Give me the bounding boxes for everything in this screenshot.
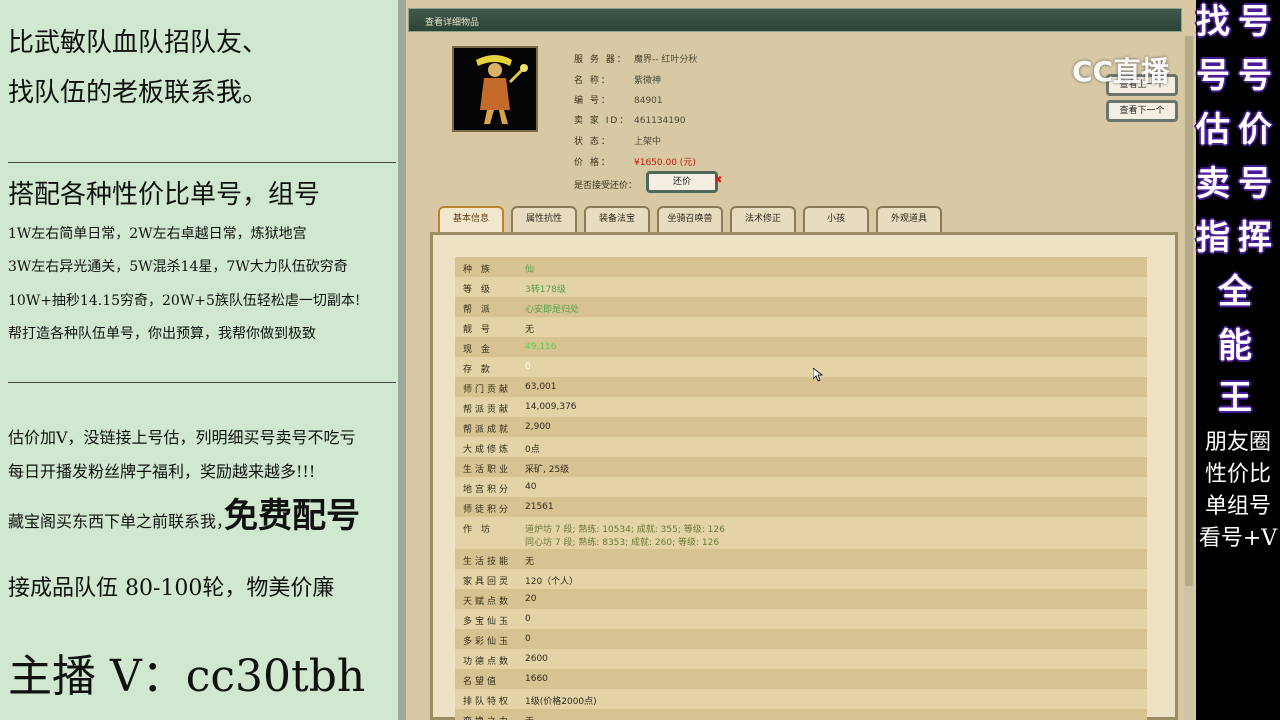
character-portrait bbox=[452, 46, 538, 132]
promo-line-3: 估价加V，没链接上号估，列明细买号卖号不吃亏 bbox=[8, 428, 356, 447]
promo-char: 全 bbox=[1218, 272, 1252, 312]
divider bbox=[8, 382, 396, 383]
promo-sub-4: 帮打造各种队伍单号，你出预算，我帮你做到极致 bbox=[8, 326, 316, 342]
left-promo-panel: 比武敏队血队招队友、 找队伍的老板联系我。 搭配各种性价比单号，组号 1W左右简… bbox=[0, 0, 398, 720]
promo-char: 号 bbox=[1238, 164, 1272, 204]
promo-sub-2: 3W左右异光通关，5W混杀14星，7W大力队伍砍穷奇 bbox=[8, 259, 348, 275]
promo-char: 指 bbox=[1196, 218, 1230, 258]
counter-offer-button[interactable]: 还价 bbox=[646, 171, 718, 193]
table-row: 多宝仙玉 0 bbox=[455, 609, 1147, 629]
table-row: 生活职业 采矿, 25级 bbox=[455, 457, 1147, 477]
promo-char: 估 bbox=[1196, 110, 1230, 150]
info-server: 服 务 器： 魔界-- 红叶分秋 bbox=[574, 55, 698, 65]
promo-char: 能 bbox=[1218, 326, 1252, 366]
table-row: 地宫积分 40 bbox=[455, 477, 1147, 497]
table-row: 靓 号无 bbox=[455, 317, 1147, 337]
table-row: 等 级 3转178级 bbox=[455, 277, 1147, 297]
promo-char: 号 bbox=[1238, 2, 1272, 42]
info-status: 状 态： 上架中 bbox=[574, 137, 662, 147]
promo-char: 价 bbox=[1238, 110, 1272, 150]
table-row: 多彩仙玉 0 bbox=[455, 629, 1147, 649]
promo-line-6: 接成品队伍 80-100轮，物美价廉 bbox=[8, 576, 335, 601]
table-row: 存 款0 bbox=[455, 357, 1147, 377]
promo-char: 卖 bbox=[1196, 164, 1230, 204]
table-row: 大成修炼 0点 bbox=[455, 437, 1147, 457]
promo-small-line: 单组号 bbox=[1204, 494, 1271, 519]
info-price: 价 格： ¥1650.00 (元) bbox=[574, 158, 696, 168]
tab-children[interactable]: 小孩 bbox=[803, 206, 869, 232]
tab-appearance[interactable]: 外观道具 bbox=[876, 206, 942, 232]
counter-offer-label: 是否接受还价： bbox=[574, 181, 638, 191]
table-row: 帮 派心安即是归处 bbox=[455, 297, 1147, 317]
mouse-cursor-icon bbox=[813, 368, 823, 382]
table-row: 生活技能无 bbox=[455, 549, 1147, 569]
table-row: 排队特权 1级(价格2000点) bbox=[455, 689, 1147, 709]
tab-basic-info[interactable]: 基本信息 bbox=[438, 206, 504, 232]
promo-char: 找 bbox=[1196, 2, 1230, 42]
close-icon[interactable]: ✖ bbox=[714, 175, 722, 186]
table-row: 天赋点数 20 bbox=[455, 589, 1147, 609]
promo-sub-3: 10W+抽秒14.15穷奇，20W+5族队伍轻松虐一切副本! bbox=[8, 293, 361, 309]
promo-char: 号 bbox=[1238, 56, 1272, 96]
next-item-button[interactable]: 查看下一个 bbox=[1106, 100, 1178, 122]
cc-live-watermark: CC直播 bbox=[1072, 55, 1170, 88]
promo-host: 主播 V：cc30tbh bbox=[8, 651, 366, 702]
promo-line-5: 藏宝阁买东西下单之前联系我， bbox=[8, 512, 233, 531]
table-row: 现 金 49,116 bbox=[455, 337, 1147, 357]
right-promo-panel: 找 号 号 号 估 价 卖 号 指 挥 全 能 王 朋友圈 性价比 单组号 看号… bbox=[1196, 0, 1280, 720]
scrollbar-thumb[interactable] bbox=[1185, 36, 1193, 586]
table-row: 名望值 1660 bbox=[455, 669, 1147, 689]
promo-small-line: 性价比 bbox=[1204, 462, 1271, 487]
promo-sub-1: 1W左右简单日常，2W左右卓越日常，炼狱地宫 bbox=[8, 226, 307, 242]
promo-small-line: 朋友圈 bbox=[1204, 430, 1271, 455]
window-title: 查看详细物品 bbox=[408, 8, 1182, 32]
promo-line-2: 找队伍的老板联系我。 bbox=[8, 78, 269, 108]
table-row: 功德点数 2600 bbox=[455, 649, 1147, 669]
info-id: 编 号： 84901 bbox=[574, 96, 663, 106]
table-row: 变换之力无 bbox=[455, 709, 1147, 720]
table-row: 师徒积分 21561 bbox=[455, 497, 1147, 517]
table-row: 种 族仙 bbox=[455, 257, 1147, 277]
divider bbox=[8, 162, 396, 163]
tab-mounts-pets[interactable]: 坐骑召唤兽 bbox=[657, 206, 723, 232]
promo-small-line: 看号+V bbox=[1198, 526, 1278, 551]
tab-attributes[interactable]: 属性抗性 bbox=[511, 206, 577, 232]
promo-free: 免费配号 bbox=[224, 496, 360, 536]
promo-line-4: 每日开播发粉丝牌子福利，奖励越来越多!!! bbox=[8, 462, 316, 481]
promo-line-1: 比武敏队血队招队友、 bbox=[8, 28, 269, 58]
tab-equipment[interactable]: 装备法宝 bbox=[584, 206, 650, 232]
promo-char: 挥 bbox=[1238, 218, 1272, 258]
table-row: 帮派成就 2,900 bbox=[455, 417, 1147, 437]
table-row: 帮派贡献 14,009,376 bbox=[455, 397, 1147, 417]
promo-char: 王 bbox=[1218, 378, 1252, 418]
item-detail-window: 查看详细物品 服 务 器： 魔界-- 红叶分秋 名 称： 紫微神 编 号： 84901… bbox=[406, 0, 1196, 720]
table-row: 家具回灵 120（个人） bbox=[455, 569, 1147, 589]
promo-char: 号 bbox=[1196, 56, 1230, 96]
info-name: 名 称： 紫微神 bbox=[574, 76, 662, 86]
basic-info-table: 种 族仙 等 级 3转178级 帮 派心安即是归处 靓 号无 现 金 49,116 … bbox=[455, 257, 1147, 720]
table-row: 作 坊道炉坊 7 段; 熟练: 10534; 成就: 355; 等级: 126 同… bbox=[455, 517, 1147, 549]
info-seller: 卖 家 ID： 461134190 bbox=[574, 116, 686, 126]
panel-separator bbox=[398, 0, 406, 720]
tab-spell-mods[interactable]: 法术修正 bbox=[730, 206, 796, 232]
basic-info-panel: 种 族仙 等 级 3转178级 帮 派心安即是归处 靓 号无 现 金 49,116 … bbox=[430, 232, 1178, 720]
table-row: 师门贡献 63,001 bbox=[455, 377, 1147, 397]
window-scrollbar[interactable] bbox=[1184, 36, 1194, 720]
promo-heading-2: 搭配各种性价比单号，组号 bbox=[8, 180, 321, 210]
